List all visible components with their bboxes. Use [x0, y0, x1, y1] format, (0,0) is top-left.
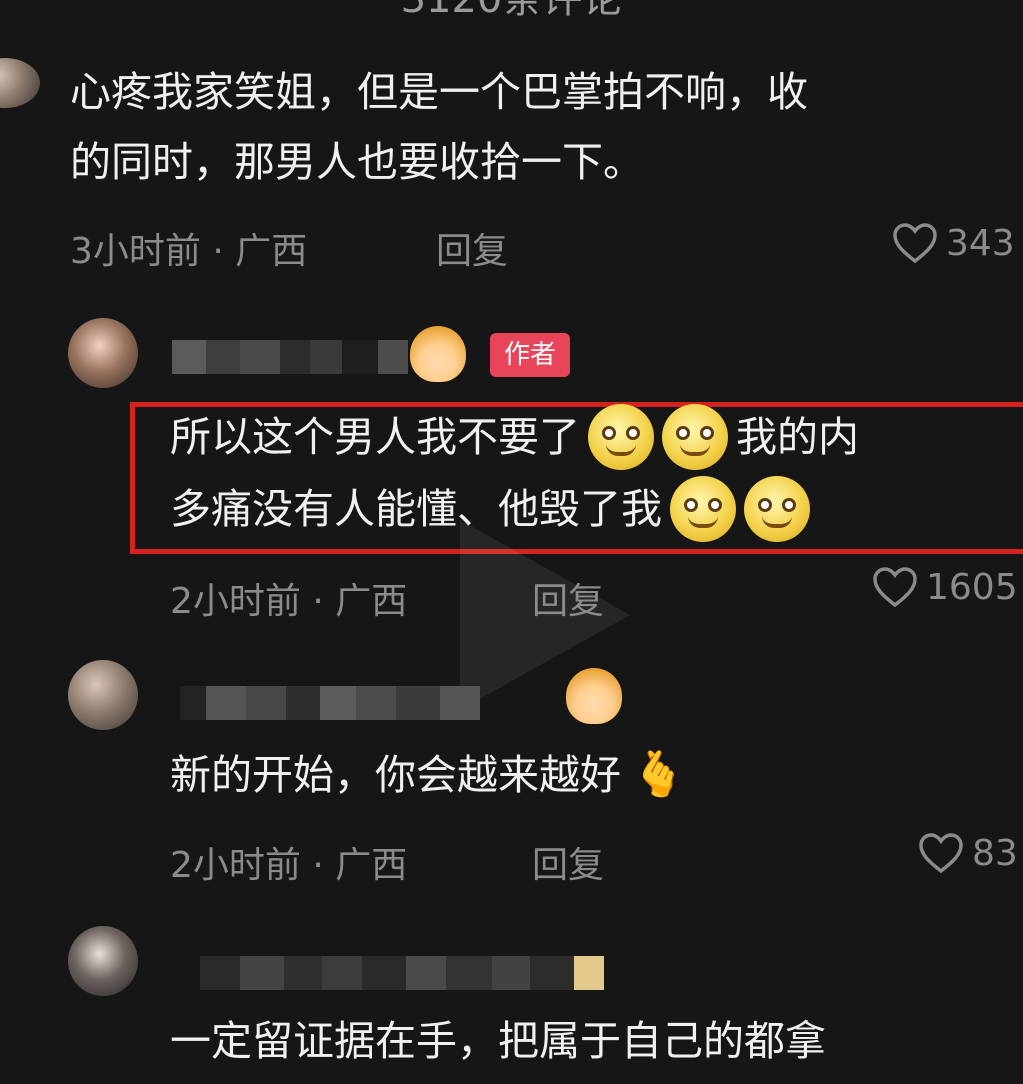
like-button[interactable]: 83 — [918, 832, 1018, 874]
heart-icon — [918, 832, 964, 874]
finger-heart-emoji-icon: 🫰 — [631, 749, 686, 800]
comment-text-line: 心疼我家笑姐，但是一个巴掌拍不响，收 — [70, 68, 808, 116]
avatar[interactable] — [68, 318, 138, 388]
username-redacted[interactable] — [200, 956, 604, 990]
like-count: 343 — [946, 222, 1015, 264]
comment-meta: 2小时前 · 广西 — [170, 836, 407, 888]
like-button[interactable]: 1605 — [872, 566, 1018, 608]
reply-button[interactable]: 回复 — [436, 222, 508, 274]
comment-meta: 3小时前 · 广西 — [70, 222, 307, 274]
like-count: 1605 — [926, 566, 1018, 608]
comment-time: 2小时前 — [170, 845, 301, 886]
comment-text-line: 所以这个男人我不要了 我的内 — [170, 402, 859, 472]
separator: · — [212, 231, 224, 272]
comment-meta: 2小时前 · 广西 — [170, 572, 407, 624]
avatar[interactable] — [68, 926, 138, 996]
smile-emoji-icon — [662, 404, 728, 470]
comment-text-segment: 我的内 — [736, 413, 859, 461]
separator: · — [312, 845, 324, 886]
heart-icon — [872, 566, 918, 608]
heart-icon — [892, 222, 938, 264]
comment-text-segment: 新的开始，你会越来越好 — [170, 751, 621, 799]
comment-time: 3小时前 — [70, 231, 201, 272]
username-redacted[interactable] — [172, 340, 408, 374]
smile-emoji-icon — [670, 476, 736, 542]
avatar[interactable] — [68, 660, 138, 730]
author-badge: 作者 — [490, 333, 571, 377]
comment-text-line: 的同时，那男人也要收拾一下。 — [70, 138, 644, 186]
comment-location: 广西 — [235, 231, 308, 272]
comment-text-line: 新的开始，你会越来越好 🫰 — [170, 740, 686, 810]
comments-count-title: 3120条评论 — [0, 0, 1023, 24]
girl-emoji-icon — [566, 668, 622, 724]
separator: · — [312, 581, 324, 622]
reply-button[interactable]: 回复 — [532, 836, 604, 888]
comment-text-line: 一定留证据在手，把属于自己的都拿 — [170, 1017, 826, 1065]
reply-button[interactable]: 回复 — [532, 572, 604, 624]
like-button[interactable]: 343 — [892, 222, 1015, 264]
like-count: 83 — [972, 832, 1018, 874]
smile-emoji-icon — [588, 404, 654, 470]
comment-location: 广西 — [335, 845, 408, 886]
comment-location: 广西 — [335, 581, 408, 622]
girl-emoji-icon — [410, 326, 466, 382]
username-redacted[interactable] — [180, 686, 480, 720]
smile-emoji-icon — [744, 476, 810, 542]
avatar[interactable] — [0, 58, 40, 108]
comment-text-segment: 所以这个男人我不要了 — [170, 413, 580, 461]
comment-time: 2小时前 — [170, 581, 301, 622]
